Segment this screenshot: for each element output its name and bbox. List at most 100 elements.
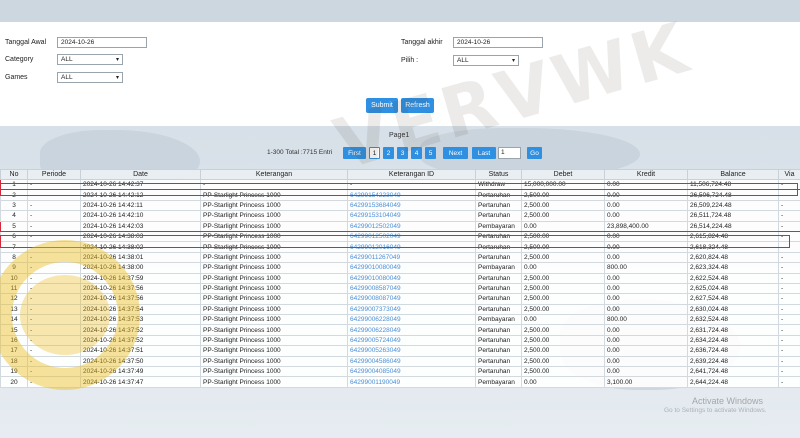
cell-balance: 2,631,724.48 [687, 324, 779, 336]
column-header-kredit: Kredit [604, 169, 688, 180]
go-button[interactable]: Go [527, 147, 542, 159]
cell-periode: - [27, 303, 81, 316]
cell-keterangan-id[interactable]: 64299005724049 [347, 334, 476, 347]
refresh-button[interactable]: Refresh [401, 98, 434, 113]
cell-no: 3 [0, 199, 28, 212]
cell-balance: 2,644,224.48 [687, 376, 779, 388]
tanggal-awal-input[interactable]: 2024-10-26 [57, 37, 147, 48]
cell-periode: - [27, 376, 81, 388]
cell-kredit: 0.00 [604, 293, 688, 305]
next-page-button[interactable]: Next [443, 147, 468, 159]
cell-status: Pertaruhan [475, 366, 522, 378]
cell-keterangan: PP-Starlight Princess 1000 [200, 189, 348, 201]
cell-via: - [778, 303, 800, 316]
cell-keterangan: PP-Starlight Princess 1000 [200, 262, 348, 274]
category-row: Category ALL ▾ [5, 54, 123, 65]
cell-via: - [778, 262, 800, 274]
cell-date: 2024-10-26 14:42:12 [80, 189, 201, 201]
pilih-select[interactable]: ALL ▾ [453, 55, 519, 66]
cell-keterangan-id[interactable]: 64299154223049 [347, 189, 476, 201]
cell-debet: 0.00 [521, 262, 605, 274]
cell-keterangan-id[interactable]: 64299010080049 [347, 262, 476, 274]
cell-keterangan-id[interactable]: 64299153104049 [347, 210, 476, 222]
cell-balance: 2,625,024.48 [687, 282, 779, 295]
cell-status: Pembayaran [475, 376, 522, 388]
page-button-5[interactable]: 5 [425, 147, 436, 159]
games-select[interactable]: ALL ▾ [57, 72, 123, 83]
last-page-button[interactable]: Last [472, 147, 496, 159]
cell-keterangan-id[interactable]: 64299005263049 [347, 345, 476, 357]
submit-button[interactable]: Submit [366, 98, 398, 113]
cell-keterangan: PP-Starlight Princess 1000 [200, 376, 348, 388]
page-button-3[interactable]: 3 [397, 147, 408, 159]
cell-date: 2024-10-26 14:38:01 [80, 251, 201, 264]
tanggal-akhir-row: Tanggal akhir 2024-10-26 [401, 37, 543, 48]
cell-keterangan-id[interactable]: 64299012016049 [347, 241, 476, 253]
cell-keterangan-id[interactable]: 64299011267049 [347, 251, 476, 264]
cell-keterangan: PP-Starlight Princess 1000 [200, 293, 348, 305]
cell-balance: 2,632,524.48 [687, 314, 779, 326]
cell-keterangan: PP-Starlight Princess 1000 [200, 272, 348, 284]
first-page-button[interactable]: First [343, 147, 366, 159]
cell-balance: 2,622,524.48 [687, 272, 779, 284]
cell-kredit: 0.00 [604, 189, 688, 201]
cell-status: Pertaruhan [475, 334, 522, 347]
cell-periode: - [27, 251, 81, 264]
column-header-periode: Periode [27, 169, 81, 180]
cell-balance: 2,639,224.48 [687, 355, 779, 368]
table-header-row: No Periode Date Keterangan Keterangan ID Stat… [0, 169, 800, 180]
cell-keterangan-id[interactable]: 64299004085049 [347, 366, 476, 378]
cell-status: Withdraw [475, 178, 522, 191]
cell-periode: - [27, 189, 81, 201]
cell-periode: - [27, 355, 81, 368]
cell-balance: 2,627,524.48 [687, 293, 779, 305]
table-row: 17-2024-10-26 14:37:51 PP-Starlight Princ… [0, 345, 800, 357]
cell-periode: - [27, 210, 81, 222]
chevron-down-icon: ▾ [511, 58, 515, 64]
cell-debet: 15,000,000.00 [521, 178, 605, 191]
cell-balance: 2,636,724.48 [687, 345, 779, 357]
cell-via: - [778, 376, 800, 388]
page-button-1[interactable]: 1 [369, 147, 380, 159]
cell-keterangan-id[interactable]: 64299153684049 [347, 199, 476, 212]
column-header-balance: Balance [687, 169, 779, 180]
cell-keterangan-id[interactable]: 64299008087049 [347, 293, 476, 305]
cell-balance: 26,514,224.48 [687, 220, 779, 232]
cell-debet: 2,500.00 [521, 282, 605, 295]
games-row: Games ALL ▾ [5, 72, 123, 83]
cell-keterangan-id[interactable]: 64299007373049 [347, 303, 476, 316]
cell-via: - [778, 251, 800, 264]
cell-debet: 2,500.00 [521, 230, 605, 243]
cell-keterangan-id[interactable]: 64299004586049 [347, 355, 476, 368]
cell-keterangan-id[interactable]: 64299006228049 [347, 314, 476, 326]
cell-keterangan-id[interactable]: 64299006228049 [347, 324, 476, 336]
cell-keterangan-id[interactable]: 64299001190049 [347, 376, 476, 388]
cell-keterangan: PP-Starlight Princess 1000 [200, 241, 348, 253]
cell-via: - [778, 178, 800, 191]
table-row: 15-2024-10-26 14:37:52 PP-Starlight Princ… [0, 324, 800, 336]
pilih-label: Pilih : [401, 57, 419, 64]
cell-via: - [778, 272, 800, 284]
cell-kredit: 0.00 [604, 366, 688, 378]
cell-keterangan-id[interactable]: 64299012502049 [347, 230, 476, 243]
pagination-area: Page1 1-300 Total :7715 Entri First 1 2 … [0, 126, 800, 169]
cell-keterangan-id[interactable]: 64299010080049 [347, 272, 476, 284]
cell-keterangan-id[interactable]: 64299012502049 [347, 220, 476, 232]
table-row: 9-2024-10-26 14:38:00 PP-Starlight Prince… [0, 262, 800, 274]
cell-debet: 0.00 [521, 376, 605, 388]
cell-kredit: 0.00 [604, 210, 688, 222]
page-button-4[interactable]: 4 [411, 147, 422, 159]
table-row: 14-2024-10-26 14:37:53 PP-Starlight Princ… [0, 314, 800, 326]
cell-periode: - [27, 334, 81, 347]
tanggal-akhir-input[interactable]: 2024-10-26 [453, 37, 543, 48]
go-page-input[interactable]: 1 [498, 147, 521, 159]
cell-date: 2024-10-26 14:37:59 [80, 272, 201, 284]
page-button-2[interactable]: 2 [383, 147, 394, 159]
cell-no: 17 [0, 345, 28, 357]
cell-via: - [778, 293, 800, 305]
cell-kredit: 0.00 [604, 303, 688, 316]
cell-periode: - [27, 293, 81, 305]
cell-status: Pertaruhan [475, 272, 522, 284]
cell-keterangan-id[interactable]: 64299008587049 [347, 282, 476, 295]
category-select[interactable]: ALL ▾ [57, 54, 123, 65]
